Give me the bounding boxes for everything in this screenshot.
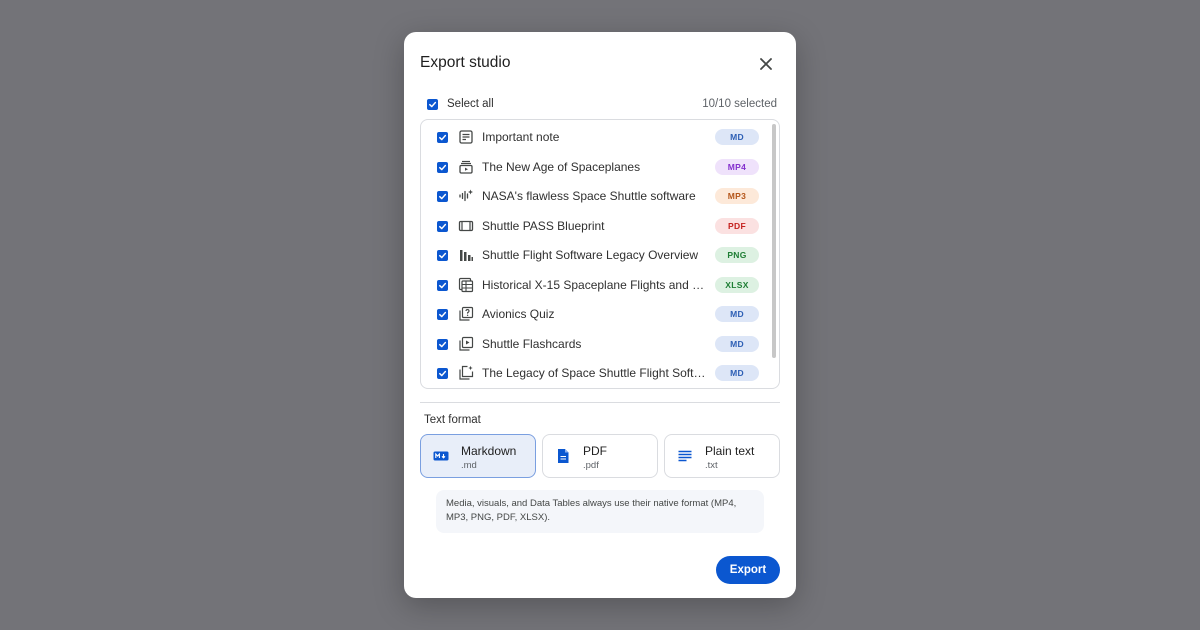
select-all-checkbox[interactable] [427,98,438,110]
list-item[interactable]: The New Age of Spaceplanes MP4 [437,157,759,177]
close-icon[interactable] [756,54,776,74]
selected-count: 10/10 selected [702,98,777,110]
item-checkbox[interactable] [437,161,448,173]
format-badge: MP3 [715,188,759,204]
native-format-note: Media, visuals, and Data Tables always u… [436,490,764,533]
list-item[interactable]: Important note MD [437,127,759,147]
format-option-pdf[interactable]: PDF .pdf [542,434,658,478]
format-option-markdown[interactable]: Markdown .md [420,434,536,478]
pdf-icon [558,449,569,463]
format-badge: PDF [715,218,759,234]
format-badge: MP4 [715,159,759,175]
format-name: PDF [583,444,607,458]
list-item[interactable]: The Legacy of Space Shuttle Flight Softw… [437,363,759,383]
item-name: The Legacy of Space Shuttle Flight Softw… [482,366,706,380]
list-scrollbar[interactable] [772,124,776,358]
flashcards-icon [459,336,474,351]
item-checkbox[interactable] [437,249,448,261]
format-option-plain-text[interactable]: Plain text .txt [664,434,780,478]
table-icon [458,277,474,293]
slides-icon [458,220,474,232]
format-extension: .md [461,460,477,471]
text-format-label: Text format [424,414,481,426]
select-all-label: Select all [447,98,494,110]
list-item[interactable]: Avionics Quiz MD [437,304,759,324]
list-item[interactable]: Shuttle Flashcards MD [437,334,759,354]
format-extension: .txt [705,460,718,471]
format-name: Plain text [705,444,755,458]
quiz-icon [459,306,474,321]
item-checkbox[interactable] [437,220,448,232]
format-badge: XLSX [715,277,759,293]
report-icon [459,365,474,380]
format-badge: MD [715,365,759,381]
item-name: NASA's flawless Space Shuttle software [482,189,696,203]
format-extension: .pdf [583,460,599,471]
plain-text-icon [678,450,692,462]
item-name: Shuttle Flight Software Legacy Overview [482,248,699,262]
format-name: Markdown [461,444,517,458]
item-name: Important note [482,130,560,144]
section-divider [420,402,780,403]
format-badge: PNG [715,247,759,263]
format-badge: MD [715,306,759,322]
note-icon [459,130,473,144]
audio-icon [459,189,473,202]
export-item-list[interactable]: Important note MD The New Age of Spacepl… [420,119,780,389]
format-badge: MD [715,336,759,352]
select-all-row: Select all 10/10 selected [427,96,777,112]
markdown-icon [433,451,449,461]
item-name: Shuttle Flashcards [482,337,582,351]
item-name: Avionics Quiz [482,307,555,321]
item-checkbox[interactable] [437,190,448,202]
item-checkbox[interactable] [437,367,448,379]
infographic-icon [460,250,473,261]
format-badge: MD [715,129,759,145]
list-item[interactable]: NASA's flawless Space Shuttle software M… [437,186,759,206]
export-button[interactable]: Export [716,556,780,584]
list-item[interactable]: Shuttle Flight Software Legacy Overview … [437,245,759,265]
video-icon [459,160,473,174]
item-name: Historical X-15 Spaceplane Flights and P… [482,278,706,292]
item-checkbox[interactable] [437,308,448,320]
item-checkbox[interactable] [437,279,448,291]
list-item[interactable]: Shuttle PASS Blueprint PDF [437,216,759,236]
item-name: Shuttle PASS Blueprint [482,219,605,233]
export-studio-dialog: Export studio Select all 10/10 selected … [404,32,796,598]
list-item[interactable]: Historical X-15 Spaceplane Flights and P… [437,275,759,295]
item-checkbox[interactable] [437,338,448,350]
item-name: The New Age of Spaceplanes [482,160,641,174]
item-checkbox[interactable] [437,131,448,143]
dialog-title: Export studio [420,54,511,71]
